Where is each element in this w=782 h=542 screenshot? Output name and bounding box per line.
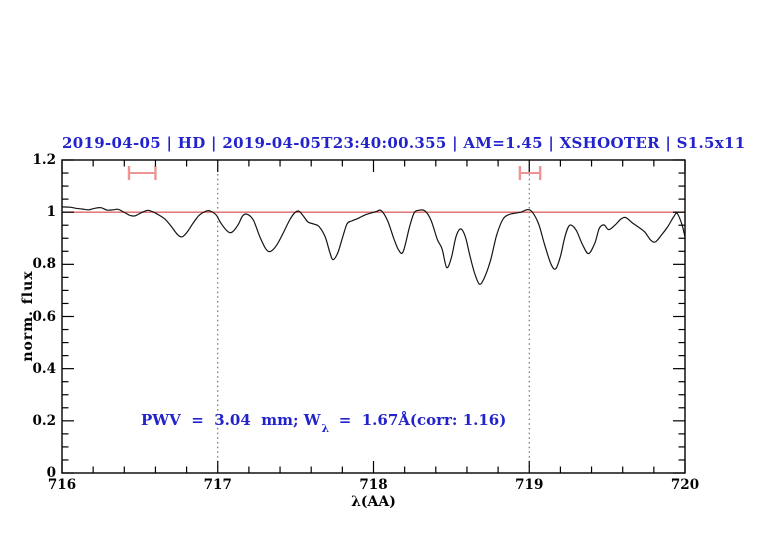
pwv-annotation-text: PWV = 3.04 mm; W	[141, 411, 321, 429]
spectrum-line	[62, 206, 685, 285]
pwv-annotation-text-2: = 1.67Å(corr: 1.16)	[328, 411, 507, 429]
x-axis-title: λ(AA)	[351, 494, 396, 510]
y-tick-label: 0	[46, 465, 56, 481]
y-tick-label: 0.6	[32, 308, 57, 325]
x-tick-label: 719	[515, 477, 544, 493]
y-tick-label: 1	[46, 204, 56, 221]
y-tick-label: 0.4	[32, 360, 57, 377]
pwv-annotation: PWV = 3.04 mm; Wλ = 1.67Å(corr: 1.16)	[141, 411, 507, 435]
x-tick-label: 717	[203, 477, 232, 493]
y-tick-label: 1.2	[32, 152, 57, 168]
figure: 2019-04-05 | HD | 2019-04-05T23:40:00.35…	[0, 0, 782, 542]
y-tick-label: 0.2	[32, 412, 57, 429]
spectrum-plot-area	[61, 159, 686, 474]
y-tick-label: 0.8	[32, 256, 57, 273]
x-tick-label: 720	[670, 477, 700, 493]
x-tick-label: 718	[359, 477, 388, 493]
lambda-subscript: λ	[321, 422, 330, 435]
